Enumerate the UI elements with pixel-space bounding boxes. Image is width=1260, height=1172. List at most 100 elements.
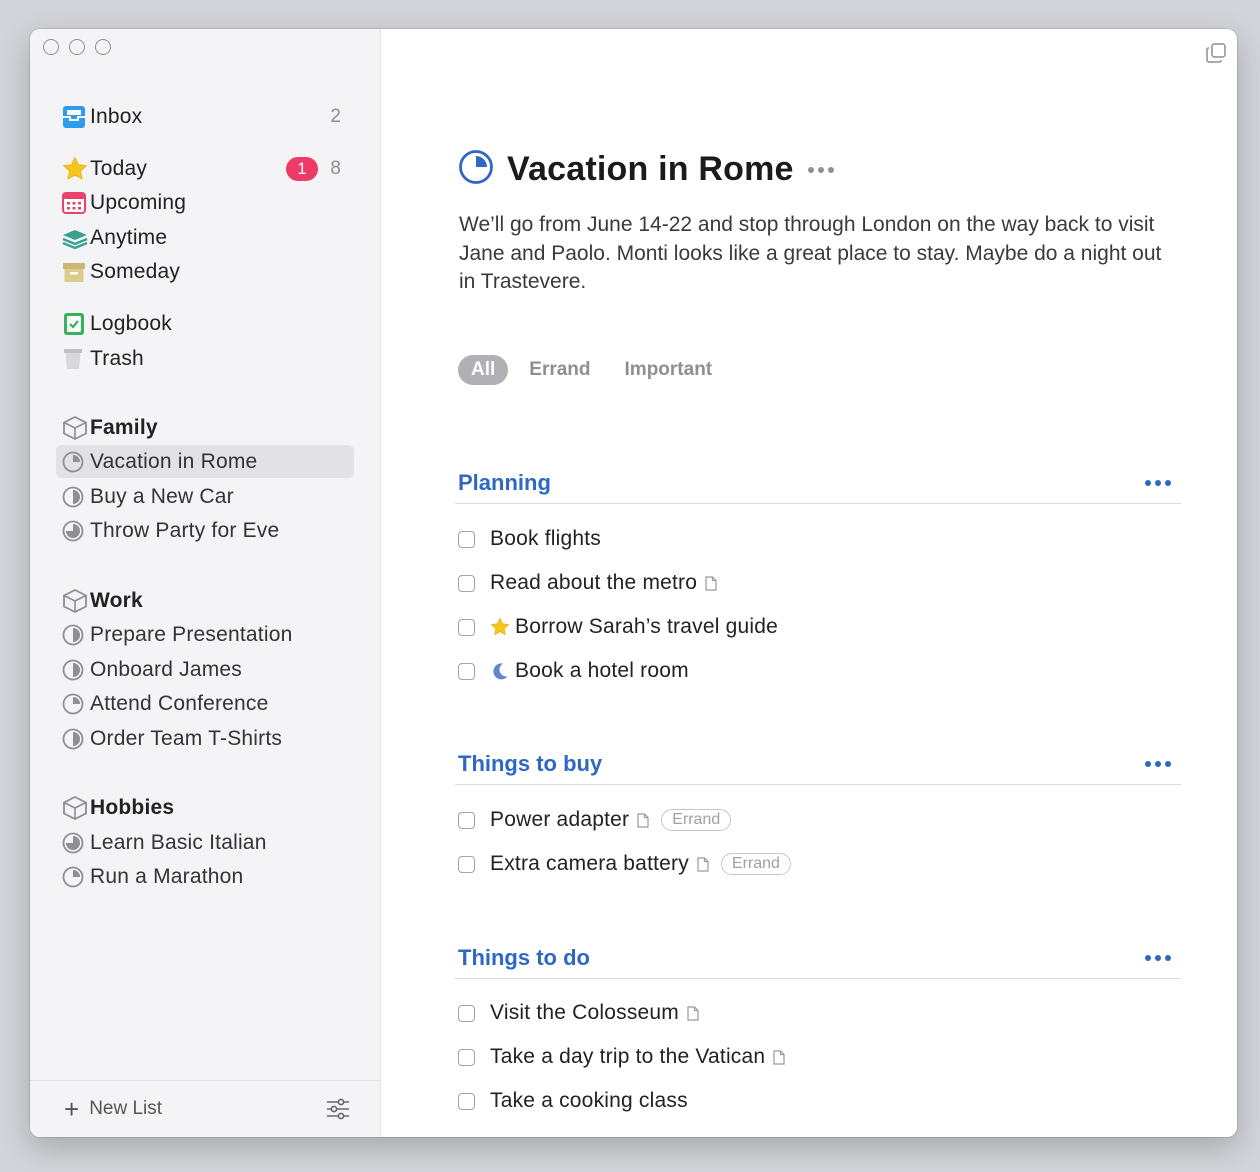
todo-item[interactable]: Power adapter Errand [458,803,732,837]
note-icon [637,812,649,828]
sidebar-project-buy-a-new-car[interactable]: Buy a New Car [56,480,354,513]
new-list-label: New List [89,1098,163,1119]
sidebar-item-label: Onboard James [90,657,243,681]
project-more-button[interactable] [807,166,834,173]
sidebar-project-onboard-james[interactable]: Onboard James [56,653,354,686]
close-window-button[interactable] [43,39,59,55]
calendar-icon [56,191,90,215]
project-title-row: Vacation in Rome [458,149,834,190]
sidebar-item-today[interactable]: Today 1 8 [56,152,354,185]
app-window: Inbox 2 Today 1 8 Upcoming Anytime Somed… [30,29,1237,1137]
todo-item-partially-visible [458,1133,718,1137]
section-more-button[interactable] [1145,955,1171,961]
todo-item[interactable]: Book flights [458,522,601,556]
todo-checkbox[interactable] [458,1092,475,1110]
todo-item[interactable]: Borrow Sarah’s travel guide [458,610,778,644]
today-count: 8 [330,157,341,179]
todo-checkbox[interactable] [458,618,475,636]
todo-title: Book a hotel room [515,659,689,682]
minimize-window-button[interactable] [69,39,85,55]
area-box-icon [56,795,90,820]
sidebar-project-prepare-presentation[interactable]: Prepare Presentation [56,618,354,651]
todo-checkbox[interactable] [458,662,475,680]
project-progress-icon [56,519,90,543]
sidebar-area-hobbies[interactable]: Hobbies [56,791,354,824]
sidebar-item-label: Inbox [90,104,143,128]
sidebar-project-attend-conference[interactable]: Attend Conference [56,687,354,720]
sidebar-item-label: Work [90,588,143,612]
sidebar-project-order-team-t-shirts[interactable]: Order Team T-Shirts [56,722,354,755]
note-icon [687,1005,699,1021]
project-progress-icon [56,727,90,751]
zoom-window-button[interactable] [95,39,111,55]
tag-chip: Errand [661,809,732,831]
todo-checkbox[interactable] [458,855,475,873]
todo-item[interactable]: Read about the metro [458,566,717,600]
section-title: Things to buy [458,751,603,776]
todo-title: Borrow Sarah’s travel guide [515,615,778,638]
sidebar-item-logbook[interactable]: Logbook [56,307,354,340]
todo-title: Read about the metro [490,571,698,594]
sidebar-project-throw-party-for-eve[interactable]: Throw Party for Eve [56,514,354,547]
inbox-count: 2 [330,105,341,127]
overdue-badge: 1 [286,156,318,181]
todo-checkbox[interactable] [458,530,475,548]
sidebar-item-label: Anytime [90,225,168,249]
section-heading-planning[interactable]: Planning [455,463,1181,504]
new-list-button[interactable]: + New List [64,1096,162,1122]
section-heading-things-to-buy[interactable]: Things to buy [455,744,1181,785]
section-heading-things-to-do[interactable]: Things to do [455,938,1181,979]
todo-item[interactable]: Take a day trip to the Vatican [458,1040,785,1074]
settings-sliders-icon[interactable] [326,1097,350,1126]
section-more-button[interactable] [1145,480,1171,486]
sidebar-item-label: Trash [90,346,144,370]
star-icon [56,156,90,181]
note-icon [697,856,709,872]
project-progress-icon [56,658,90,682]
sidebar-item-inbox[interactable]: Inbox 2 [56,100,354,133]
project-progress-icon [56,865,90,889]
todo-item[interactable]: Extra camera battery Errand [458,847,791,881]
project-progress-icon [458,149,494,190]
section-more-button[interactable] [1145,761,1171,767]
sidebar-item-someday[interactable]: Someday [56,255,354,288]
sidebar-area-family[interactable]: Family [56,411,354,444]
note-icon [705,575,717,591]
tag-chip: Errand [720,853,791,875]
todo-checkbox[interactable] [458,1004,475,1022]
archive-box-icon [56,260,90,284]
sidebar-item-trash[interactable]: Trash [56,342,354,375]
section-title: Things to do [458,945,590,970]
window-controls [43,39,111,55]
tag-filter-all[interactable]: All [458,355,509,385]
sidebar-item-upcoming[interactable]: Upcoming [56,186,354,219]
todo-checkbox[interactable] [458,574,475,592]
project-notes[interactable]: We’ll go from June 14-22 and stop throug… [459,211,1179,297]
sidebar-item-label: Today [90,156,148,180]
sidebar-project-vacation-in-rome[interactable]: Vacation in Rome [56,445,354,478]
new-window-icon[interactable] [1205,42,1227,69]
layers-icon [56,226,90,250]
area-box-icon [56,588,90,613]
page-title[interactable]: Vacation in Rome [507,150,794,189]
sidebar-project-run-a-marathon[interactable]: Run a Marathon [56,860,354,893]
todo-checkbox[interactable] [458,811,475,829]
sidebar-project-learn-basic-italian[interactable]: Learn Basic Italian [56,826,354,859]
todo-item[interactable]: Take a cooking class [458,1084,688,1118]
todo-title: Extra camera battery [490,852,689,875]
tag-filter-errand[interactable]: Errand [516,355,603,385]
todo-checkbox[interactable] [458,1048,475,1066]
todo-item[interactable]: Book a hotel room [458,654,689,688]
sidebar-area-work[interactable]: Work [56,584,354,617]
project-progress-icon [56,831,90,855]
sidebar-item-label: Buy a New Car [90,484,234,508]
sidebar-item-anytime[interactable]: Anytime [56,221,354,254]
tag-filter-important[interactable]: Important [612,355,726,385]
todo-title: Power adapter [490,808,630,831]
trash-icon [56,347,90,371]
project-progress-icon [56,450,90,474]
project-progress-icon [56,692,90,716]
todo-title: Take a cooking class [490,1089,688,1112]
section-title: Planning [458,470,551,495]
todo-item[interactable]: Visit the Colosseum [458,996,699,1030]
